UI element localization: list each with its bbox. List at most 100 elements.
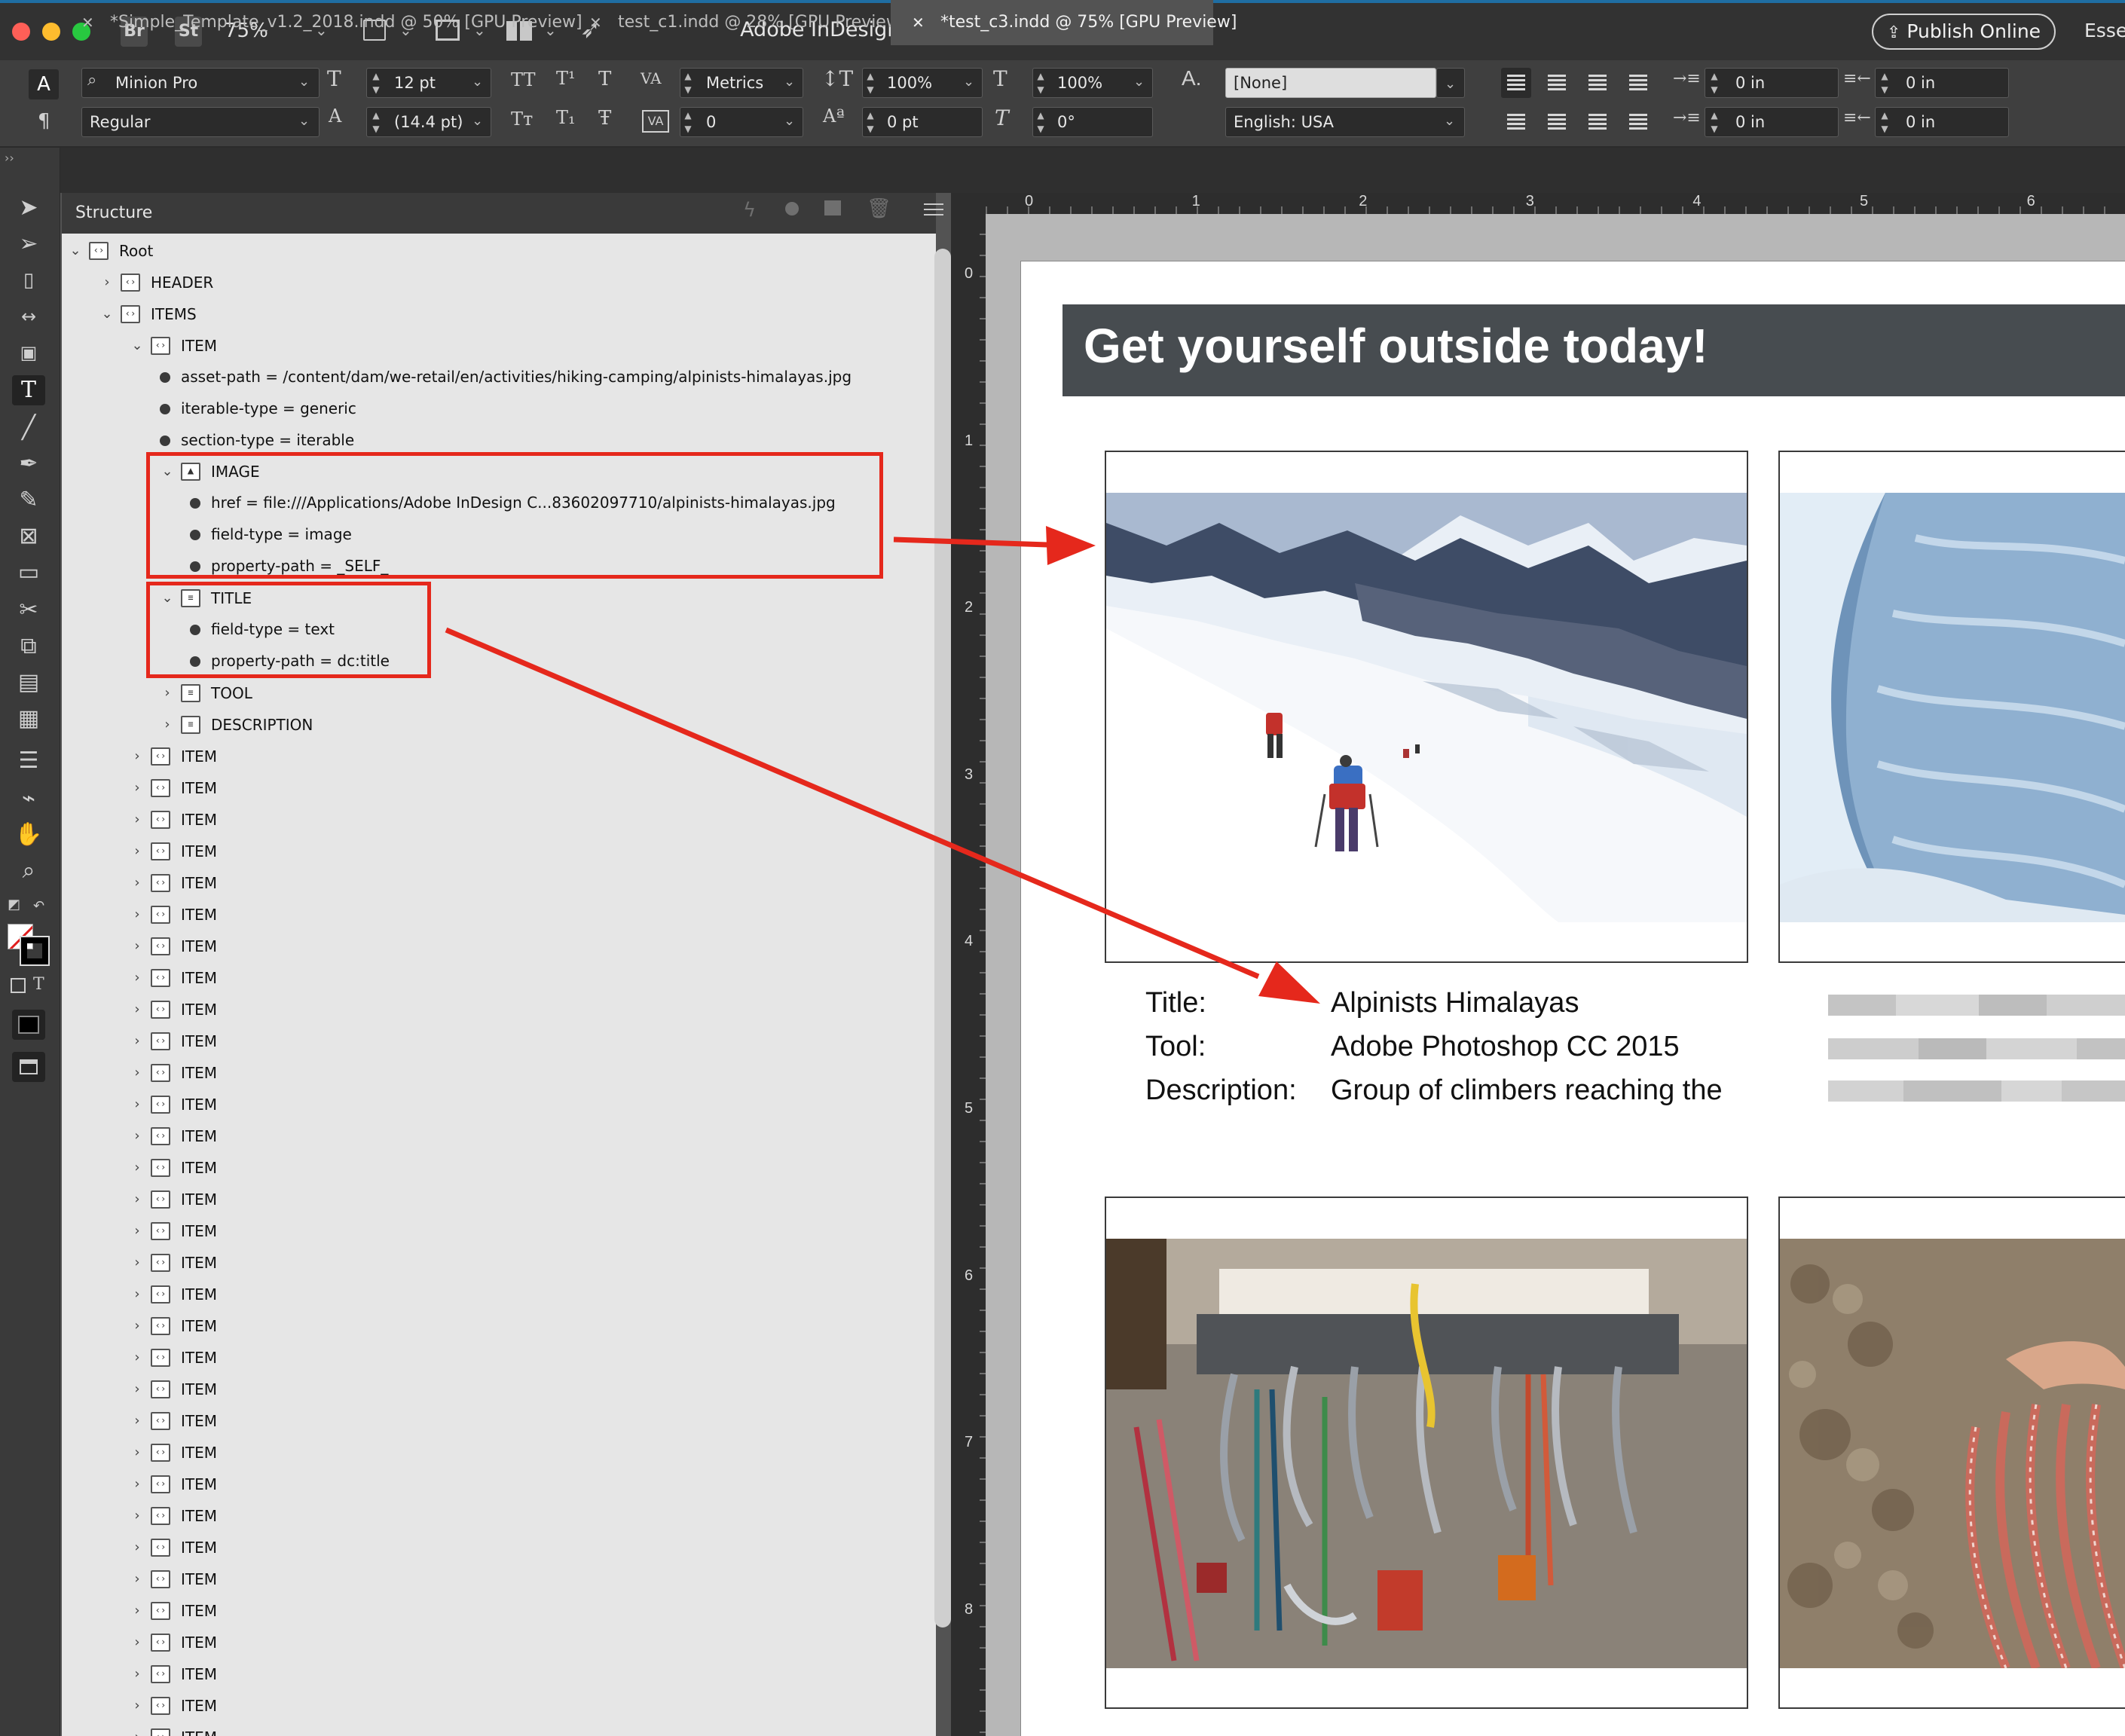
ice-photo[interactable] bbox=[1780, 493, 2125, 922]
first-line-indent-field[interactable]: 0 in bbox=[1705, 107, 1839, 137]
chevron-right-icon[interactable]: › bbox=[130, 1374, 145, 1404]
chevron-right-icon[interactable]: › bbox=[130, 1153, 145, 1183]
tab-test-c3[interactable]: ✕ *test_c3.indd @ 75% [GPU Preview] bbox=[891, 0, 1237, 45]
selection-tool-icon[interactable]: ➤ bbox=[12, 193, 45, 223]
pencil-tool-icon[interactable]: ✎ bbox=[12, 485, 45, 515]
language-field[interactable]: English: USA bbox=[1225, 107, 1465, 137]
chevron-right-icon[interactable]: › bbox=[130, 963, 145, 993]
chevron-right-icon[interactable]: › bbox=[130, 805, 145, 835]
chevron-right-icon[interactable]: › bbox=[130, 1216, 145, 1246]
content-collector-icon[interactable]: ▣ bbox=[12, 338, 45, 368]
scissors-tool-icon[interactable]: ✂ bbox=[12, 595, 45, 625]
chevron-right-icon[interactable]: › bbox=[130, 868, 145, 898]
add-attribute-icon[interactable] bbox=[785, 202, 799, 215]
chevron-right-icon[interactable]: › bbox=[130, 1406, 145, 1436]
alpinists-photo[interactable] bbox=[1106, 493, 1747, 922]
align-center-button[interactable] bbox=[1542, 68, 1572, 98]
justify-all-button[interactable] bbox=[1582, 107, 1613, 137]
left-indent-field[interactable]: 0 in bbox=[1705, 68, 1839, 98]
chevron-right-icon[interactable]: › bbox=[99, 267, 115, 298]
title-value[interactable]: Alpinists Himalayas bbox=[1331, 987, 1579, 1019]
leading-dropdown-icon[interactable]: ⌄ bbox=[472, 113, 483, 129]
paragraph-mode-button[interactable]: ¶ bbox=[38, 110, 50, 133]
first-line-indent-stepper[interactable]: ▲ ▼ bbox=[1708, 108, 1721, 137]
free-transform-tool-icon[interactable]: ⧉ bbox=[12, 631, 45, 662]
validate-lightning-icon[interactable]: ϟ bbox=[743, 199, 756, 222]
chevron-right-icon[interactable]: › bbox=[130, 1026, 145, 1056]
language-dropdown-icon[interactable]: ⌄ bbox=[1444, 113, 1455, 129]
chevron-right-icon[interactable]: › bbox=[130, 1659, 145, 1689]
chevron-right-icon[interactable]: › bbox=[130, 1628, 145, 1658]
rope-photo[interactable] bbox=[1780, 1239, 2125, 1668]
rectangle-tool-icon[interactable]: ▭ bbox=[12, 558, 45, 588]
zoom-tool-icon[interactable]: ⌕ bbox=[12, 856, 45, 886]
chevron-right-icon[interactable]: › bbox=[130, 1722, 145, 1736]
chevron-right-icon[interactable]: › bbox=[130, 995, 145, 1025]
page-tool-icon[interactable]: ▯ bbox=[12, 265, 45, 295]
chevron-right-icon[interactable]: › bbox=[130, 1438, 145, 1468]
stroke-swatch[interactable] bbox=[20, 936, 50, 966]
chevron-right-icon[interactable]: › bbox=[130, 900, 145, 930]
chevron-right-icon[interactable]: › bbox=[130, 1311, 145, 1341]
chevron-right-icon[interactable]: › bbox=[130, 741, 145, 772]
type-tool-icon[interactable]: T bbox=[12, 375, 45, 405]
close-window-button[interactable] bbox=[12, 23, 30, 41]
chevron-right-icon[interactable]: › bbox=[130, 1279, 145, 1310]
font-style-dropdown-icon[interactable]: ⌄ bbox=[298, 113, 310, 129]
close-tab-icon[interactable]: ✕ bbox=[589, 0, 602, 45]
formatting-container-icon[interactable] bbox=[11, 978, 26, 993]
all-caps-icon[interactable]: TT bbox=[511, 69, 535, 90]
skew-field[interactable]: 0° bbox=[1032, 107, 1153, 137]
vertical-scale-stepper[interactable]: ▲ ▼ bbox=[864, 69, 877, 98]
apply-color-button[interactable] bbox=[12, 1010, 45, 1040]
eyedropper-tool-icon[interactable]: ⌁ bbox=[12, 784, 45, 814]
align-away-from-spine-button[interactable] bbox=[1623, 107, 1653, 137]
delete-element-icon[interactable]: 🗑 bbox=[867, 197, 891, 220]
chevron-right-icon[interactable]: › bbox=[130, 931, 145, 961]
gap-tool-icon[interactable]: ↔ bbox=[12, 301, 45, 332]
vertical-scale-dropdown-icon[interactable]: ⌄ bbox=[963, 74, 974, 90]
horizontal-scale-stepper[interactable]: ▲ ▼ bbox=[1034, 69, 1047, 98]
font-family-dropdown-icon[interactable]: ⌄ bbox=[298, 74, 310, 90]
justify-center-button[interactable] bbox=[1542, 107, 1572, 137]
direct-selection-tool-icon[interactable]: ➢ bbox=[12, 229, 45, 259]
superscript-icon[interactable]: T¹ bbox=[556, 68, 576, 89]
align-left-button[interactable] bbox=[1501, 68, 1531, 98]
strikethrough-icon[interactable]: Ŧ bbox=[598, 107, 611, 130]
chevron-right-icon[interactable]: › bbox=[130, 1184, 145, 1215]
close-tab-icon[interactable]: ✕ bbox=[912, 0, 925, 45]
last-line-indent-stepper[interactable]: ▲ ▼ bbox=[1878, 108, 1891, 137]
tracking-dropdown-icon[interactable]: ⌄ bbox=[784, 113, 795, 129]
screen-mode-button[interactable] bbox=[12, 1052, 45, 1082]
chevron-right-icon[interactable]: › bbox=[130, 836, 145, 866]
banner-headline[interactable]: Get yourself outside today! bbox=[1084, 318, 1708, 374]
chevron-right-icon[interactable]: › bbox=[130, 1343, 145, 1373]
right-indent-stepper[interactable]: ▲ ▼ bbox=[1878, 69, 1891, 98]
font-size-dropdown-icon[interactable]: ⌄ bbox=[472, 74, 483, 90]
swap-fill-stroke-icon[interactable]: ↶ bbox=[33, 898, 44, 914]
collapse-tools-icon[interactable]: ›› bbox=[5, 151, 14, 165]
chevron-right-icon[interactable]: › bbox=[130, 1090, 145, 1120]
tag-marker-icon[interactable] bbox=[824, 200, 841, 215]
skew-stepper[interactable]: ▲ ▼ bbox=[1034, 108, 1047, 137]
character-style-dropdown[interactable]: ⌄ bbox=[1436, 68, 1465, 98]
panel-menu-icon[interactable] bbox=[924, 203, 943, 217]
rectangle-frame-tool-icon[interactable]: ⊠ bbox=[12, 521, 45, 552]
tool-value[interactable]: Adobe Photoshop CC 2015 bbox=[1331, 1031, 1680, 1063]
horizontal-scale-dropdown-icon[interactable]: ⌄ bbox=[1133, 74, 1145, 90]
workspace-switcher[interactable]: Esse bbox=[2084, 20, 2125, 41]
description-value[interactable]: Group of climbers reaching the bbox=[1331, 1074, 1723, 1107]
chevron-right-icon[interactable]: › bbox=[160, 710, 175, 740]
gradient-feather-tool-icon[interactable]: ▦ bbox=[12, 704, 45, 734]
note-tool-icon[interactable]: ☰ bbox=[12, 746, 45, 776]
last-line-indent-field[interactable]: 0 in bbox=[1875, 107, 2009, 137]
formatting-text-icon[interactable]: T bbox=[33, 975, 44, 994]
align-right-button[interactable] bbox=[1582, 68, 1613, 98]
kerning-dropdown-icon[interactable]: ⌄ bbox=[784, 74, 795, 90]
chevron-right-icon[interactable]: › bbox=[130, 1121, 145, 1151]
chevron-right-icon[interactable]: › bbox=[160, 678, 175, 708]
chevron-right-icon[interactable]: › bbox=[130, 1058, 145, 1088]
align-towards-spine-button[interactable] bbox=[1623, 68, 1653, 98]
chevron-down-icon[interactable]: ⌄ bbox=[68, 236, 83, 266]
chevron-right-icon[interactable]: › bbox=[130, 1691, 145, 1721]
